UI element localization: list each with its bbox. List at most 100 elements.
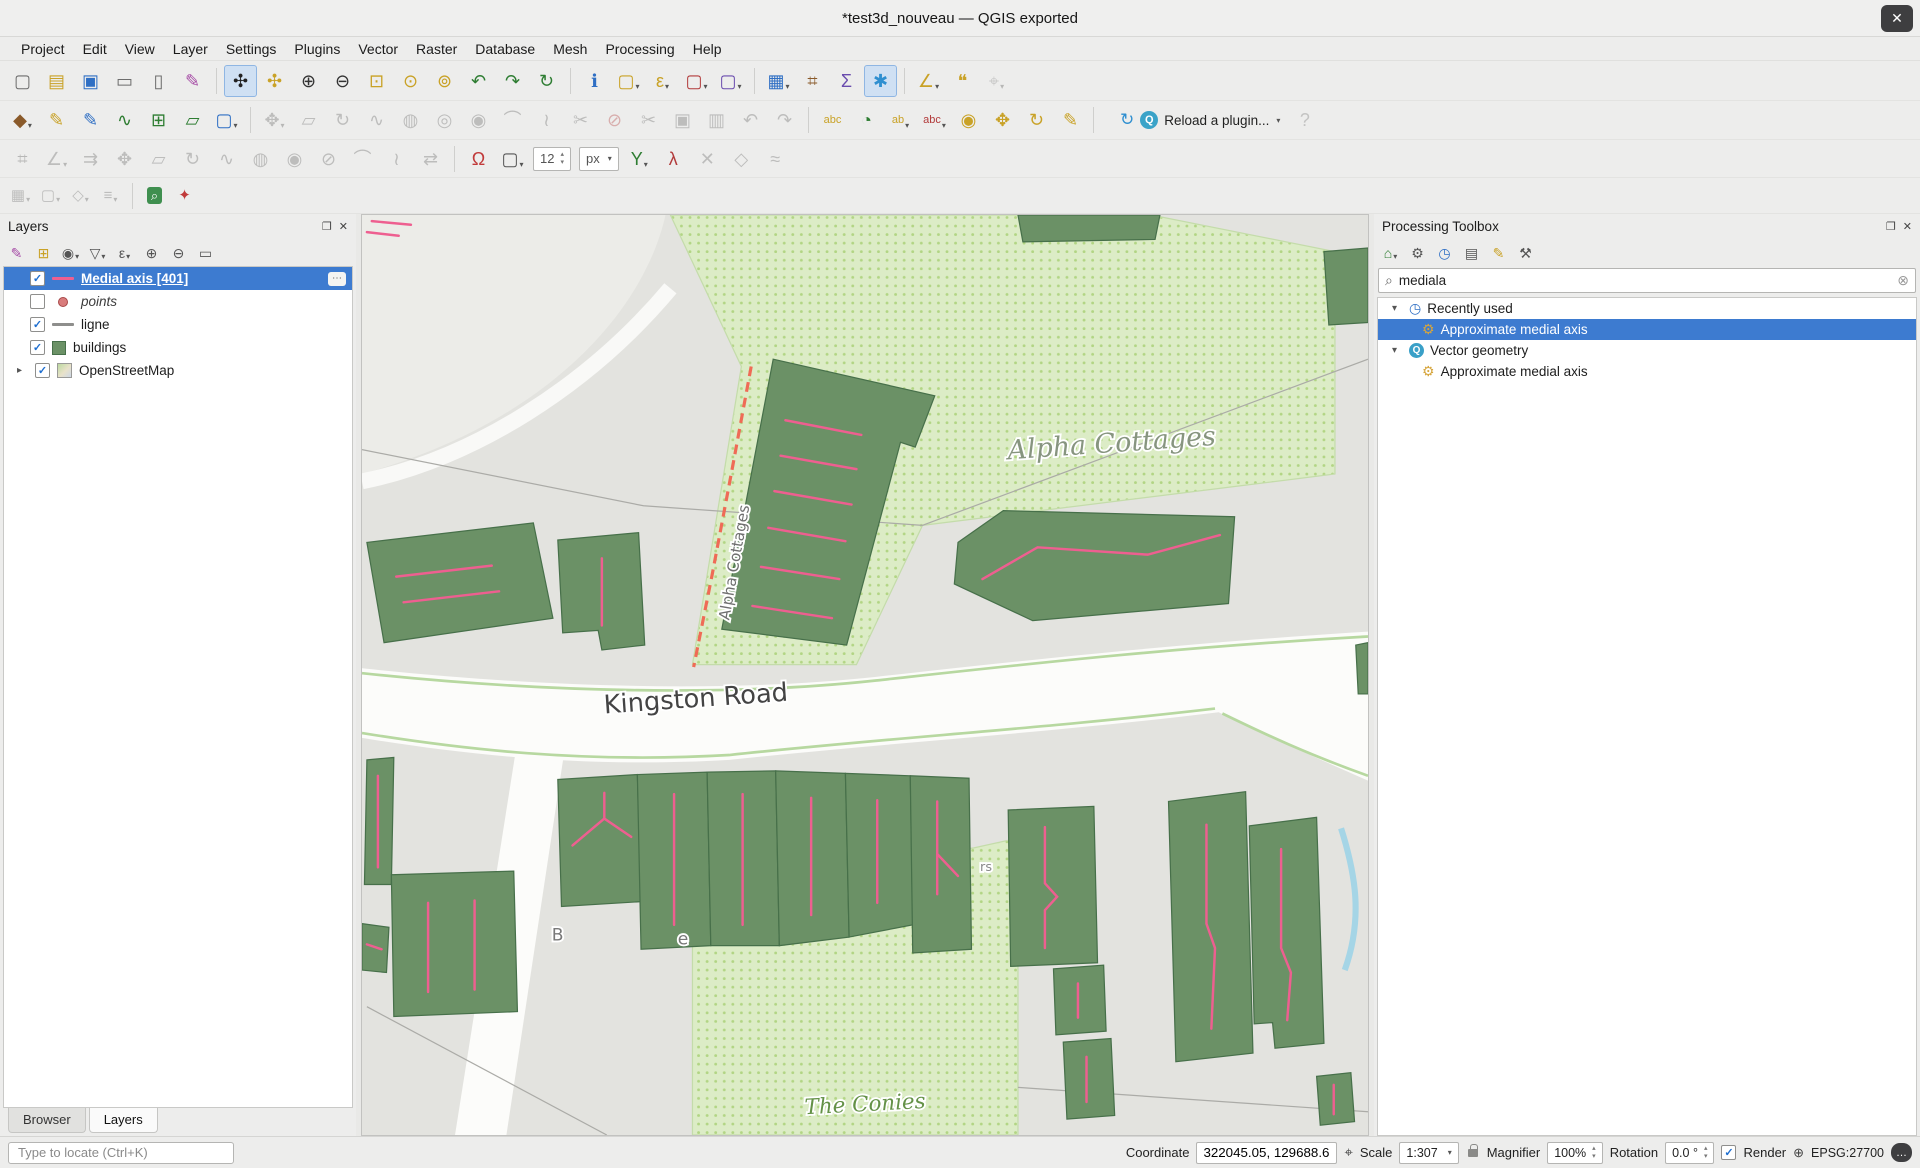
vertex-tool[interactable]: ▢▾ <box>210 104 243 136</box>
processing-providers[interactable]: ⚙ <box>1405 241 1430 264</box>
current-edits[interactable]: ◆▾ <box>6 104 39 136</box>
filter-legend[interactable]: ▽▾ <box>85 241 110 264</box>
menu-raster[interactable]: Raster <box>407 39 466 59</box>
layer-diagrams[interactable]: ◔ <box>850 104 883 136</box>
edit-features-in-place[interactable]: ✎ <box>1486 241 1511 264</box>
rotation-spinbox[interactable]: 0.0 ° ▴▾ <box>1665 1142 1714 1164</box>
snapping-mode[interactable]: ▢▾ <box>496 143 529 175</box>
processing-search-box[interactable]: ⌕ ⊗ <box>1378 268 1916 293</box>
layer-item-medial-axis[interactable]: ✓ Medial axis [401] ⋯ <box>4 267 352 290</box>
zoom-last[interactable]: ↶ <box>462 65 495 97</box>
spinbox-arrows-icon[interactable]: ▴▾ <box>1592 1145 1596 1160</box>
statistical-summary[interactable]: Σ <box>830 65 863 97</box>
menu-database[interactable]: Database <box>466 39 544 59</box>
deselect-features[interactable]: ▢▾ <box>680 65 713 97</box>
layer-item-points[interactable]: points <box>4 290 352 313</box>
menu-mesh[interactable]: Mesh <box>544 39 596 59</box>
remove-layer[interactable]: ▭ <box>193 241 218 264</box>
algorithm-approximate-medial-axis[interactable]: ⚙ Approximate medial axis <box>1378 319 1916 340</box>
menu-vector[interactable]: Vector <box>349 39 407 59</box>
filter-by-expression[interactable]: ε▾ <box>112 241 137 264</box>
menu-help[interactable]: Help <box>684 39 731 59</box>
layer-item-ligne[interactable]: ✓ ligne <box>4 313 352 336</box>
processing-models[interactable]: ⌂▾ <box>1378 241 1403 264</box>
layer-checkbox[interactable]: ✓ <box>35 363 50 378</box>
toggle-editing[interactable]: ✎ <box>40 104 73 136</box>
menu-layer[interactable]: Layer <box>164 39 217 59</box>
measure[interactable]: ∠▾ <box>912 65 945 97</box>
zoom-to-layer[interactable]: ⊚ <box>428 65 461 97</box>
pan-to-selection[interactable]: ✣ <box>258 65 291 97</box>
expander-icon[interactable]: ▾ <box>1386 303 1403 314</box>
reload-plugin-control[interactable]: ↻ Q Reload a plugin... ▾ <box>1112 107 1288 133</box>
enable-tracing[interactable]: Y▾ <box>623 143 656 175</box>
new-project[interactable]: ▢ <box>6 65 39 97</box>
search-plugin[interactable]: ⌕ <box>140 182 169 210</box>
expand-all[interactable]: ⊕ <box>139 241 164 264</box>
panel-close-icon[interactable]: ✕ <box>339 220 348 233</box>
show-layout-manager[interactable]: ▯ <box>142 65 175 97</box>
panel-float-icon[interactable]: ❐ <box>1886 220 1896 233</box>
spinbox-arrows-icon[interactable]: ▴▾ <box>560 151 564 166</box>
tab-layers[interactable]: Layers <box>89 1108 158 1133</box>
menu-view[interactable]: View <box>116 39 164 59</box>
new-print-layout[interactable]: ▭ <box>108 65 141 97</box>
expander-icon[interactable]: ▸ <box>11 365 28 376</box>
snap-unit-combo[interactable]: px ▾ <box>579 147 619 171</box>
expander-icon[interactable]: ▾ <box>1386 345 1403 356</box>
zoom-full[interactable]: ⊡ <box>360 65 393 97</box>
labeling-single[interactable]: ab▾ <box>884 104 917 136</box>
highlight-pinned-labels[interactable]: ◉ <box>952 104 985 136</box>
processing-group-recently-used[interactable]: ▾ ◷ Recently used <box>1378 298 1916 319</box>
pin-unpin-labels[interactable]: abc▾ <box>918 104 951 136</box>
coordinate-input[interactable] <box>1203 1145 1330 1160</box>
add-group[interactable]: ⊞ <box>31 241 56 264</box>
menu-processing[interactable]: Processing <box>596 39 683 59</box>
digitize-with-curve[interactable]: λ <box>657 143 690 175</box>
processing-toolbox-toggle[interactable]: ✱ <box>864 65 897 97</box>
collapse-all[interactable]: ⊖ <box>166 241 191 264</box>
select-features[interactable]: ▢▾ <box>612 65 645 97</box>
rotate-label[interactable]: ↻ <box>1020 104 1053 136</box>
custom-plugin[interactable]: ✦ <box>170 182 199 210</box>
crs-button[interactable]: EPSG:27700 <box>1811 1146 1884 1160</box>
scale-combo[interactable]: 1:307 ▾ <box>1399 1142 1458 1164</box>
map-tips[interactable]: ❝ <box>946 65 979 97</box>
close-window-button[interactable]: ✕ <box>1881 5 1913 32</box>
layer-checkbox[interactable]: ✓ <box>30 271 45 286</box>
spinbox-arrows-icon[interactable]: ▴▾ <box>1704 1145 1708 1160</box>
coordinate-extents-icon[interactable]: ⌖ <box>1344 1144 1352 1161</box>
clear-search-icon[interactable]: ⊗ <box>1897 272 1909 289</box>
menu-project[interactable]: Project <box>12 39 74 59</box>
pan-map[interactable]: ✣ <box>224 65 257 97</box>
style-manager[interactable]: ✎ <box>176 65 209 97</box>
processing-group-vector-geometry[interactable]: ▾ Q Vector geometry <box>1378 340 1916 361</box>
locator-input[interactable] <box>8 1142 234 1164</box>
change-label-properties[interactable]: ✎ <box>1054 104 1087 136</box>
field-calculator[interactable]: ⌗ <box>796 65 829 97</box>
open-project[interactable]: ▤ <box>40 65 73 97</box>
menu-settings[interactable]: Settings <box>217 39 286 59</box>
add-polygon-feature[interactable]: ▱ <box>176 104 209 136</box>
select-by-value[interactable]: ▢▾ <box>714 65 747 97</box>
tab-browser[interactable]: Browser <box>8 1108 86 1133</box>
menu-plugins[interactable]: Plugins <box>285 39 349 59</box>
lock-scale-icon[interactable] <box>1468 1149 1478 1157</box>
snap-tolerance-spinbox[interactable]: 12 ▴▾ <box>533 147 571 171</box>
zoom-to-selection[interactable]: ⊙ <box>394 65 427 97</box>
save-layer-edits[interactable]: ✎ <box>74 104 107 136</box>
save-project[interactable]: ▣ <box>74 65 107 97</box>
layer-checkbox[interactable]: ✓ <box>30 317 45 332</box>
processing-options[interactable]: ⚒ <box>1513 241 1538 264</box>
render-checkbox[interactable]: ✓ <box>1721 1145 1736 1160</box>
magnifier-spinbox[interactable]: 100% ▴▾ <box>1547 1142 1603 1164</box>
refresh-map[interactable]: ↻ <box>530 65 563 97</box>
processing-history[interactable]: ◷ <box>1432 241 1457 264</box>
messages-icon[interactable]: … <box>1891 1143 1912 1162</box>
menu-edit[interactable]: Edit <box>74 39 116 59</box>
panel-close-icon[interactable]: ✕ <box>1903 220 1912 233</box>
identify-features[interactable]: ℹ <box>578 65 611 97</box>
add-record[interactable]: ⊞ <box>142 104 175 136</box>
search-input[interactable] <box>1399 273 1891 288</box>
zoom-out[interactable]: ⊖ <box>326 65 359 97</box>
